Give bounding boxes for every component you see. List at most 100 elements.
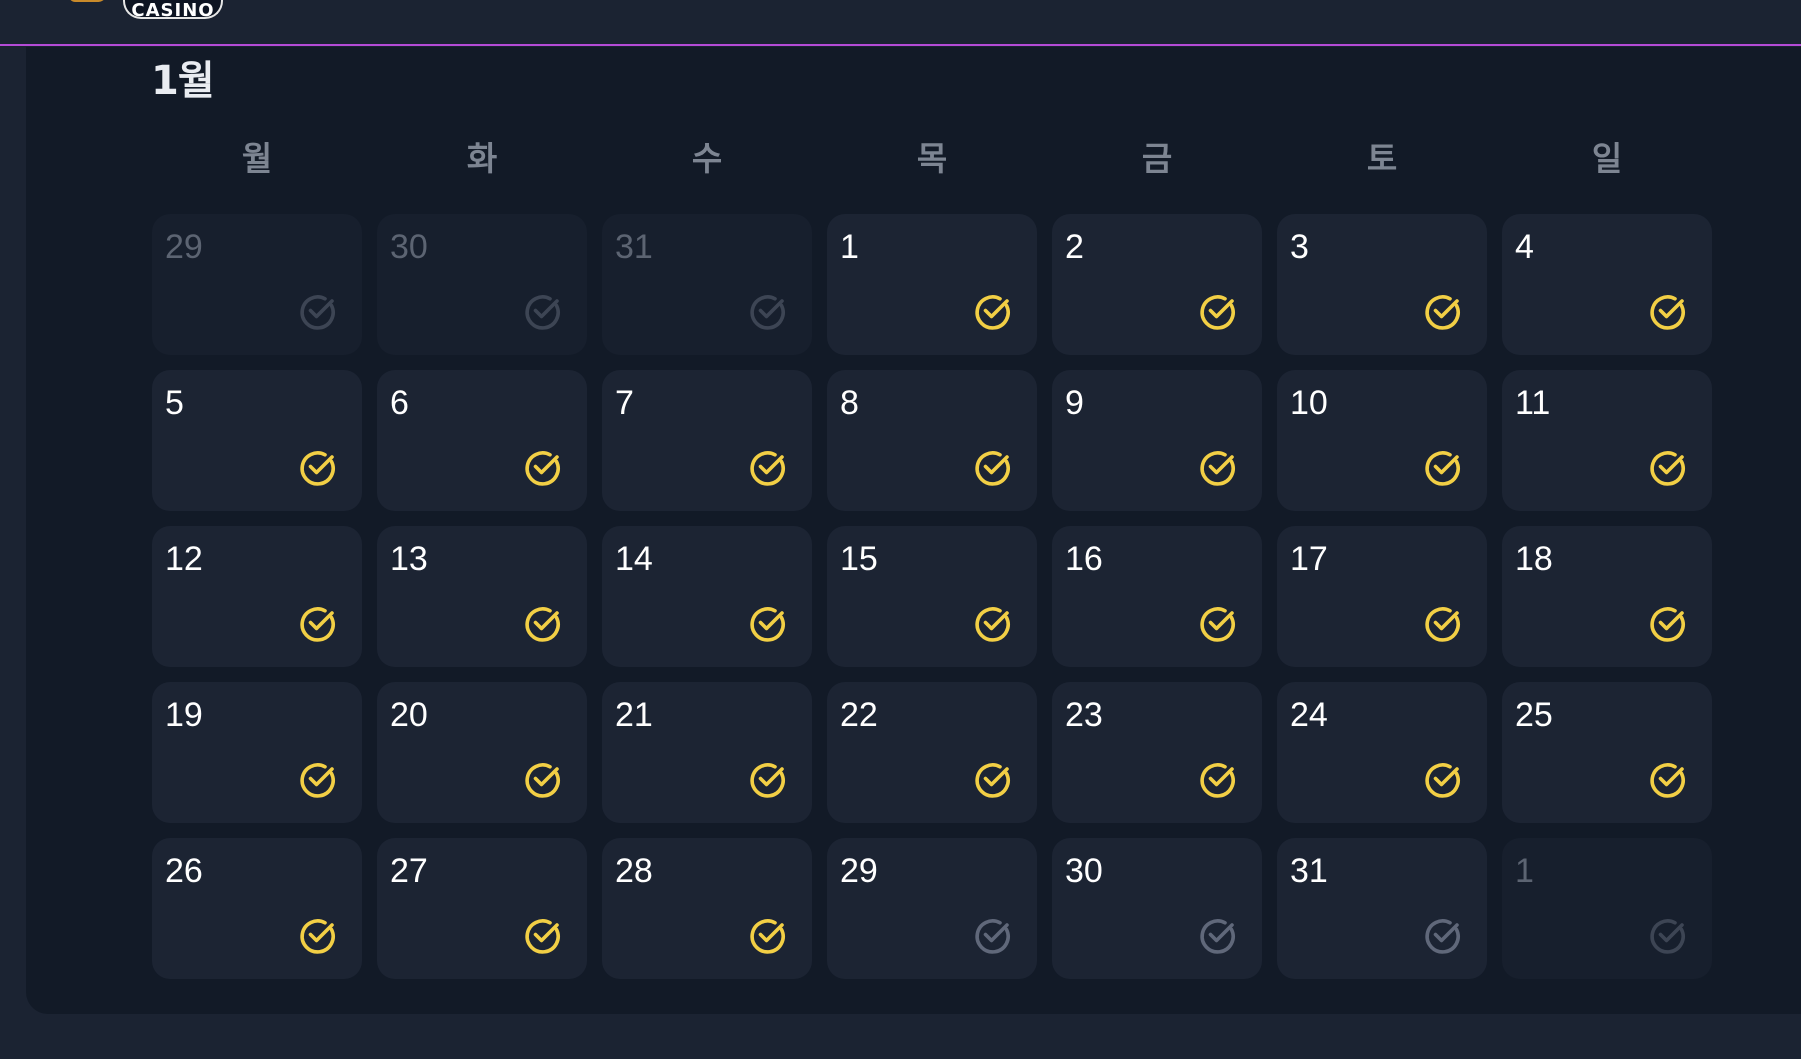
weekday-label: 월 [241,139,273,178]
day-number: 17 [1290,540,1328,578]
calendar-day-cell[interactable]: 25 [1502,682,1712,823]
calendar-day-cell[interactable]: 26 [152,838,362,979]
day-number: 22 [840,696,878,734]
calendar-day-cell[interactable]: 23 [1052,682,1262,823]
day-number: 14 [615,540,653,578]
weekday-label: 토 [1366,139,1398,178]
weekday-header-row: 월화수목금토일 [152,132,1702,182]
calendar-day-cell[interactable]: 1 [827,214,1037,355]
calendar-day-cell[interactable]: 15 [827,526,1037,667]
calendar-day-cell[interactable]: 14 [602,526,812,667]
calendar-day-cell[interactable]: 2 [1052,214,1262,355]
day-number: 24 [1290,696,1328,734]
attendance-checked-icon [1200,763,1235,798]
calendar-day-cell[interactable]: 4 [1502,214,1712,355]
calendar-day-cell[interactable]: 31 [1277,838,1487,979]
day-number: 11 [1515,384,1551,422]
calendar-day-cell[interactable]: 13 [377,526,587,667]
calendar-day-cell[interactable]: 29 [152,214,362,355]
calendar-day-cell[interactable]: 11 [1502,370,1712,511]
day-number: 26 [165,852,203,890]
attendance-checked-icon [975,451,1010,486]
attendance-unchecked-icon [750,295,785,330]
attendance-checked-icon [975,607,1010,642]
calendar-day-cell[interactable]: 30 [1052,838,1262,979]
attendance-checked-icon [750,919,785,954]
attendance-checked-icon [1650,295,1685,330]
weekday-label: 목 [916,139,948,178]
day-number: 29 [840,852,878,890]
calendar-day-cell[interactable]: 9 [1052,370,1262,511]
day-number: 31 [615,228,653,266]
calendar-day-cell[interactable]: 30 [377,214,587,355]
calendar-day-cell[interactable]: 18 [1502,526,1712,667]
calendar-day-cell[interactable]: 17 [1277,526,1487,667]
day-number: 6 [390,384,409,422]
attendance-checked-icon [525,451,560,486]
calendar-day-cell[interactable]: 7 [602,370,812,511]
weekday-label: 화 [466,139,498,178]
calendar-day-cell[interactable]: 5 [152,370,362,511]
day-number: 30 [1065,852,1103,890]
calendar-day-cell[interactable]: 27 [377,838,587,979]
day-number: 23 [1065,696,1103,734]
attendance-checked-icon [1650,607,1685,642]
day-number: 10 [1290,384,1328,422]
attendance-checked-icon [975,295,1010,330]
calendar-day-cell[interactable]: 16 [1052,526,1262,667]
attendance-checked-icon [1425,607,1460,642]
day-number: 31 [1290,852,1328,890]
calendar-day-cell[interactable]: 19 [152,682,362,823]
attendance-checked-icon [1425,451,1460,486]
day-number: 8 [840,384,859,422]
attendance-checked-icon [1200,295,1235,330]
attendance-unchecked-icon [1425,919,1460,954]
day-number: 13 [390,540,428,578]
calendar-day-cell[interactable]: 1 [1502,838,1712,979]
day-number: 2 [1065,228,1084,266]
day-number: 7 [615,384,634,422]
calendar-day-cell[interactable]: 31 [602,214,812,355]
calendar-day-cell[interactable]: 8 [827,370,1037,511]
day-number: 28 [615,852,653,890]
day-number: 9 [1065,384,1084,422]
attendance-checked-icon [1200,607,1235,642]
logo-text: CASINO [131,0,215,21]
attendance-unchecked-icon [1650,919,1685,954]
attendance-unchecked-icon [300,295,335,330]
attendance-checked-icon [525,919,560,954]
day-number: 5 [165,384,184,422]
attendance-checked-icon [300,763,335,798]
attendance-checked-icon [1650,451,1685,486]
attendance-checked-icon [1200,451,1235,486]
attendance-checked-icon [750,607,785,642]
attendance-checked-icon [525,607,560,642]
day-number: 19 [165,696,203,734]
weekday-label: 일 [1591,139,1623,178]
calendar-day-cell[interactable]: 6 [377,370,587,511]
month-title: 1월 [151,58,215,104]
attendance-checked-icon [1425,295,1460,330]
day-number: 20 [390,696,428,734]
day-number: 16 [1065,540,1103,578]
attendance-checked-icon [975,763,1010,798]
day-number: 30 [390,228,428,266]
day-number: 12 [165,540,203,578]
calendar-day-cell[interactable]: 21 [602,682,812,823]
logo-badge: CASINO [123,0,223,21]
day-number: 15 [840,540,878,578]
calendar-day-cell[interactable]: 20 [377,682,587,823]
calendar-day-cell[interactable]: 10 [1277,370,1487,511]
calendar-day-cell[interactable]: 28 [602,838,812,979]
calendar-day-cell[interactable]: 29 [827,838,1037,979]
day-number: 25 [1515,696,1553,734]
calendar-day-cell[interactable]: 12 [152,526,362,667]
casino-logo[interactable]: CASINO [65,0,268,21]
calendar-day-cell[interactable]: 24 [1277,682,1487,823]
attendance-checked-icon [300,607,335,642]
attendance-unchecked-icon [1200,919,1235,954]
attendance-unchecked-icon [975,919,1010,954]
day-number: 3 [1290,228,1309,266]
calendar-day-cell[interactable]: 3 [1277,214,1487,355]
calendar-day-cell[interactable]: 22 [827,682,1037,823]
